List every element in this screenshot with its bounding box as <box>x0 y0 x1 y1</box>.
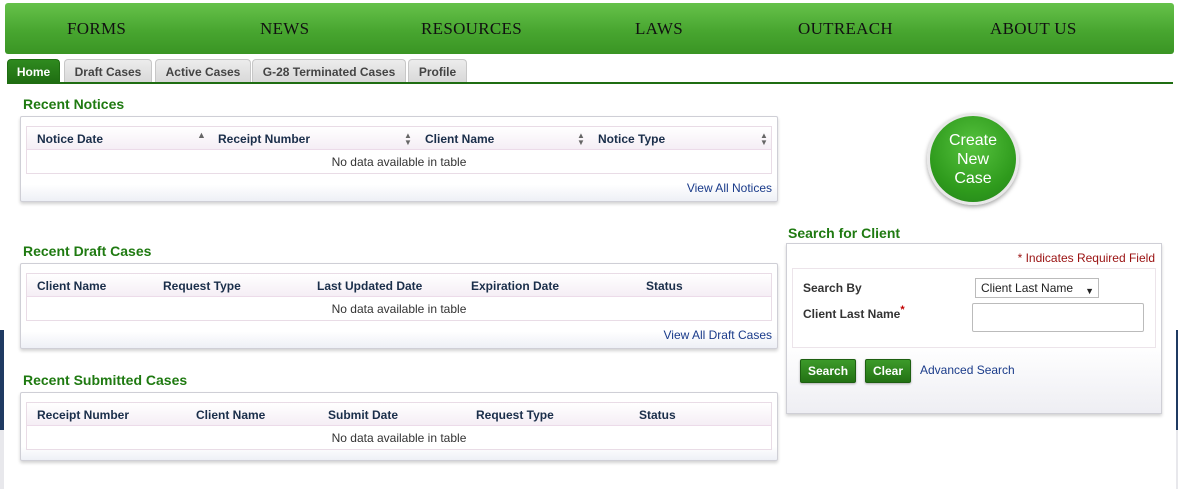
col-notice-type[interactable]: Notice Type <box>598 132 665 146</box>
col-client-name[interactable]: Client Name <box>37 279 106 293</box>
required-field-note: * Indicates Required Field <box>1017 251 1155 265</box>
col-client-name[interactable]: Client Name <box>425 132 494 146</box>
search-by-select[interactable]: Client Last Name ▼ <box>975 278 1099 298</box>
search-for-client-title: Search for Client <box>788 225 901 241</box>
col-status[interactable]: Status <box>639 408 676 422</box>
sort-asc-icon[interactable]: ▲ <box>197 131 206 140</box>
notices-table: Notice Date ▲ Receipt Number ▲ ▼ Client N… <box>26 126 772 174</box>
col-notice-date[interactable]: Notice Date <box>37 132 103 146</box>
recent-submitted-cases-title: Recent Submitted Cases <box>23 372 188 388</box>
nav-resources[interactable]: RESOURCES <box>421 19 522 39</box>
client-last-name-input[interactable] <box>972 303 1144 332</box>
create-case-line-3: Case <box>954 169 992 187</box>
create-case-line-2: New <box>956 150 989 168</box>
submitted-table-header: Receipt Number Client Name Submit Date R… <box>27 403 771 426</box>
notices-empty-message: No data available in table <box>331 155 467 169</box>
tab-active-cases[interactable]: Active Cases <box>155 59 251 83</box>
submitted-empty-message: No data available in table <box>331 431 467 445</box>
search-by-selected-value: Client Last Name <box>981 281 1074 295</box>
drafts-empty-message: No data available in table <box>331 302 467 316</box>
clear-button[interactable]: Clear <box>865 359 912 383</box>
advanced-search-link[interactable]: Advanced Search <box>920 363 1015 377</box>
search-by-label: Search By <box>803 281 862 295</box>
sort-both-icon[interactable]: ▲ ▼ <box>760 132 768 147</box>
nav-about-us[interactable]: ABOUT US <box>990 19 1077 39</box>
recent-notices-title: Recent Notices <box>23 96 125 112</box>
drafts-table-header: Client Name Request Type Last Updated Da… <box>27 274 771 297</box>
tab-profile[interactable]: Profile <box>408 59 467 83</box>
client-last-name-label: Client Last Name* <box>803 304 905 321</box>
search-form: Search By Client Last Name ▼ Client Last… <box>792 268 1156 348</box>
chevron-down-icon: ▼ <box>1085 286 1094 296</box>
nav-forms[interactable]: FORMS <box>67 19 126 39</box>
col-client-name[interactable]: Client Name <box>196 408 265 422</box>
drafts-table: Client Name Request Type Last Updated Da… <box>26 273 772 321</box>
create-case-line-1: Create <box>948 131 998 149</box>
col-receipt-number[interactable]: Receipt Number <box>218 132 310 146</box>
submitted-table: Receipt Number Client Name Submit Date R… <box>26 402 772 450</box>
tab-draft-cases[interactable]: Draft Cases <box>64 59 152 83</box>
nav-news[interactable]: NEWS <box>260 19 309 39</box>
create-new-case-button[interactable]: Create New Case <box>927 113 1019 205</box>
nav-outreach[interactable]: OUTREACH <box>798 19 893 39</box>
search-client-panel: * Indicates Required Field Search By Cli… <box>786 243 1162 414</box>
col-expiration-date[interactable]: Expiration Date <box>471 279 559 293</box>
tab-underline <box>7 82 1173 84</box>
view-all-notices-link[interactable]: View All Notices <box>687 181 772 195</box>
notices-table-header: Notice Date ▲ Receipt Number ▲ ▼ Client N… <box>27 127 771 150</box>
top-navigation: FORMS NEWS RESOURCES LAWS OUTREACH ABOUT… <box>5 3 1174 54</box>
recent-notices-panel: Notice Date ▲ Receipt Number ▲ ▼ Client N… <box>20 116 778 202</box>
sort-both-icon[interactable]: ▲ ▼ <box>404 132 412 147</box>
recent-draft-cases-panel: Client Name Request Type Last Updated Da… <box>20 263 778 349</box>
view-all-draft-cases-link[interactable]: View All Draft Cases <box>664 328 773 342</box>
sort-both-icon[interactable]: ▲ ▼ <box>577 132 585 147</box>
tab-g28-terminated-cases[interactable]: G-28 Terminated Cases <box>252 59 406 83</box>
recent-draft-cases-title: Recent Draft Cases <box>23 243 152 259</box>
nav-laws[interactable]: LAWS <box>635 19 683 39</box>
search-button[interactable]: Search <box>800 359 857 383</box>
col-status[interactable]: Status <box>646 279 683 293</box>
col-request-type[interactable]: Request Type <box>476 408 554 422</box>
recent-submitted-cases-panel: Receipt Number Client Name Submit Date R… <box>20 392 778 461</box>
tab-home[interactable]: Home <box>7 59 60 83</box>
col-last-updated-date[interactable]: Last Updated Date <box>317 279 422 293</box>
col-receipt-number[interactable]: Receipt Number <box>37 408 129 422</box>
col-request-type[interactable]: Request Type <box>163 279 241 293</box>
col-submit-date[interactable]: Submit Date <box>328 408 398 422</box>
